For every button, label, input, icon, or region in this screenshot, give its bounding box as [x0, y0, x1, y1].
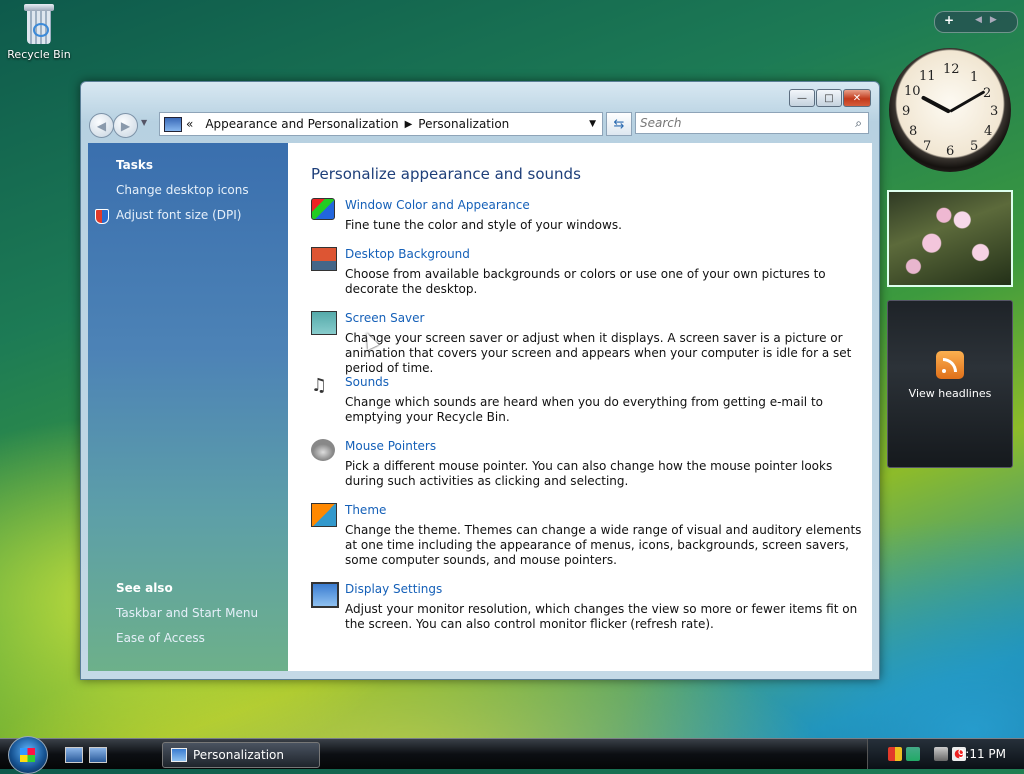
feed-headlines-gadget[interactable]: View headlines: [887, 300, 1013, 468]
close-button[interactable]: ✕: [843, 89, 871, 107]
breadcrumb-lead[interactable]: «: [186, 117, 193, 131]
windows-defender-icon[interactable]: [906, 747, 920, 761]
display-settings-icon[interactable]: [311, 582, 339, 608]
view-headlines-label[interactable]: View headlines: [888, 387, 1012, 400]
adjust-font-size-link[interactable]: Adjust font size (DPI): [116, 208, 241, 222]
taskbar: Personalization 9:11 PM: [0, 736, 1024, 774]
clock-numeral: 1: [970, 70, 979, 85]
personalization-window: — □ ✕ ◀ ▶ ▼ « Appearance and Personaliza…: [80, 81, 880, 680]
search-input[interactable]: Search ⌕: [635, 112, 869, 134]
taskbar-item-personalization[interactable]: Personalization: [162, 742, 320, 768]
system-tray: 9:11 PM: [867, 739, 1024, 769]
screen-saver-description: Change your screen saver or adjust when …: [345, 331, 852, 375]
clock-numeral: 4: [984, 124, 993, 139]
gadget-toolbar: + ◀▶: [934, 11, 1018, 33]
mouse-pointers-link[interactable]: Mouse Pointers: [345, 439, 436, 453]
address-dropdown-icon[interactable]: ▼: [589, 119, 596, 129]
clock-numeral: 6: [946, 144, 955, 159]
display-settings-description: Adjust your monitor resolution, which ch…: [345, 602, 858, 631]
maximize-button[interactable]: □: [816, 89, 842, 107]
clock-numeral: 2: [983, 86, 992, 101]
address-bar[interactable]: « Appearance and Personalization ▶ Perso…: [159, 112, 603, 136]
back-arrow-icon: ◀: [96, 118, 107, 133]
rss-feed-icon: [936, 351, 964, 379]
ease-of-access-link[interactable]: Ease of Access: [116, 631, 205, 645]
taskbar-clock[interactable]: 9:11 PM: [958, 747, 1006, 761]
clock-gadget[interactable]: 12 1 2 3 4 5 6 7 8 9 10 11: [889, 48, 1011, 172]
forward-button[interactable]: ▶: [113, 113, 138, 138]
desktop-background-icon[interactable]: [311, 247, 337, 271]
show-desktop-icon[interactable]: [65, 747, 83, 763]
personalization-window-icon: [171, 748, 187, 762]
page-title: Personalize appearance and sounds: [311, 165, 581, 183]
search-placeholder: Search: [640, 116, 682, 130]
chevron-down-icon: ▼: [141, 118, 148, 127]
taskbar-start-menu-link[interactable]: Taskbar and Start Menu: [116, 606, 258, 620]
sounds-link[interactable]: Sounds: [345, 375, 389, 389]
clock-numeral: 9: [902, 104, 911, 119]
forward-arrow-icon: ▶: [120, 118, 131, 133]
start-button[interactable]: [8, 736, 48, 774]
change-desktop-icons-link[interactable]: Change desktop icons: [116, 183, 249, 197]
switch-windows-icon[interactable]: [89, 747, 107, 763]
add-gadget-button[interactable]: +: [944, 13, 954, 27]
tasks-heading: Tasks: [116, 158, 154, 172]
control-panel-icon: [164, 116, 182, 132]
sounds-icon[interactable]: ♫: [311, 375, 335, 397]
mouse-pointers-icon[interactable]: [311, 439, 335, 461]
back-button[interactable]: ◀: [89, 113, 114, 138]
slideshow-gadget[interactable]: [887, 190, 1013, 287]
recycle-bin-desktop-icon[interactable]: Recycle Bin: [6, 4, 72, 61]
theme-icon[interactable]: [311, 503, 337, 527]
minimize-button[interactable]: —: [789, 89, 815, 107]
desktop-background-description: Choose from available backgrounds or col…: [345, 267, 826, 296]
theme-link[interactable]: Theme: [345, 503, 386, 517]
gadget-nav-arrows-icon[interactable]: ◀▶: [975, 15, 1005, 25]
screen-saver-icon[interactable]: [311, 311, 337, 335]
search-icon[interactable]: ⌕: [855, 116, 862, 131]
clock-numeral: 8: [909, 124, 918, 139]
content-pane: Personalize appearance and sounds Window…: [288, 143, 872, 671]
clock-numeral: 12: [943, 62, 960, 77]
clock-numeral: 10: [904, 84, 921, 99]
window-color-description: Fine tune the color and style of your wi…: [345, 218, 622, 232]
task-sidebar: Tasks Change desktop icons Adjust font s…: [88, 143, 288, 671]
uac-shield-icon: [95, 209, 109, 224]
window-controls: — □ ✕: [789, 89, 871, 107]
clock-numeral: 3: [990, 104, 999, 119]
taskbar-item-label: Personalization: [193, 748, 284, 762]
navigation-bar: ◀ ▶ ▼ « Appearance and Personalization ▶…: [89, 111, 871, 138]
window-color-link[interactable]: Window Color and Appearance: [345, 198, 530, 212]
display-settings-link[interactable]: Display Settings: [345, 582, 442, 596]
clock-hour-hand: [920, 95, 951, 114]
security-shield-icon[interactable]: [888, 747, 902, 761]
refresh-icon: ⇆: [613, 116, 625, 132]
breadcrumb-separator-icon[interactable]: ▶: [405, 119, 413, 130]
mouse-pointers-description: Pick a different mouse pointer. You can …: [345, 459, 833, 488]
screen-saver-link[interactable]: Screen Saver: [345, 311, 424, 325]
see-also-heading: See also: [116, 581, 173, 595]
window-color-icon[interactable]: [311, 198, 335, 220]
recycle-bin-icon: [24, 4, 54, 44]
breadcrumb-personalization[interactable]: Personalization: [418, 117, 509, 131]
clock-numeral: 5: [970, 139, 979, 154]
network-icon[interactable]: [934, 747, 948, 761]
sounds-description: Change which sounds are heard when you d…: [345, 395, 823, 424]
refresh-button[interactable]: ⇆: [606, 112, 632, 136]
clock-numeral: 7: [923, 139, 932, 154]
breadcrumb-appearance[interactable]: Appearance and Personalization: [205, 117, 398, 131]
recycle-bin-label: Recycle Bin: [7, 48, 71, 61]
clock-numeral: 11: [919, 69, 936, 84]
theme-description: Change the theme. Themes can change a wi…: [345, 523, 862, 567]
desktop-background-link[interactable]: Desktop Background: [345, 247, 470, 261]
clock-minute-hand: [949, 90, 986, 113]
recent-pages-dropdown[interactable]: ▼: [141, 118, 147, 127]
